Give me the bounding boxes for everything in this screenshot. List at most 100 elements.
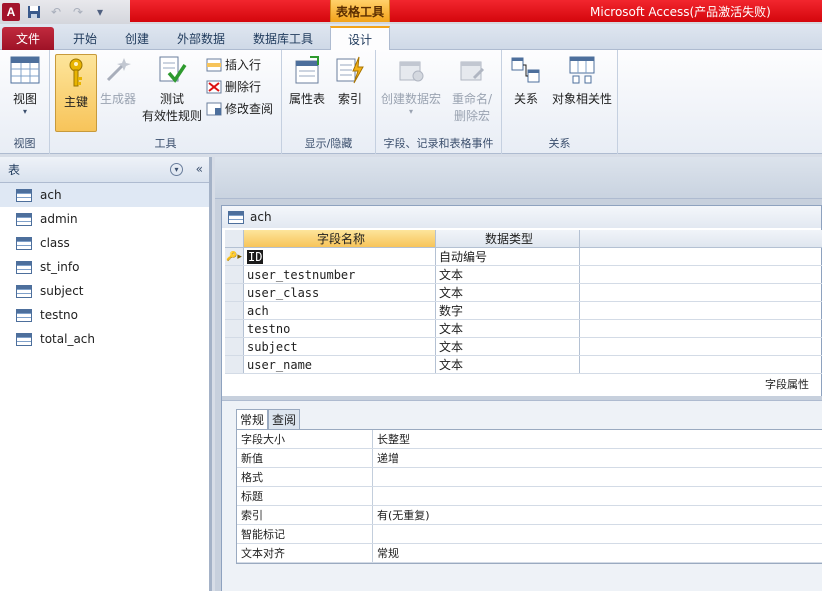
description-cell[interactable] xyxy=(580,284,822,301)
rename-delete-macro-button[interactable]: 重命名/ 删除宏 xyxy=(446,54,498,124)
data-type-cell[interactable]: 文本 xyxy=(436,266,580,283)
data-type-column-header[interactable]: 数据类型 xyxy=(436,230,580,247)
insert-rows-button[interactable]: 插入行 xyxy=(206,56,261,73)
undo-icon[interactable]: ↶ xyxy=(48,4,64,20)
field-name-cell[interactable]: user_class xyxy=(244,284,436,301)
tab-database-tools[interactable]: 数据库工具 xyxy=(242,27,324,50)
key-icon xyxy=(60,57,92,89)
table-row[interactable]: testno 文本 xyxy=(225,320,822,338)
table-icon xyxy=(16,332,32,346)
property-value[interactable]: 长整型 xyxy=(373,430,822,448)
row-selector[interactable] xyxy=(225,266,244,283)
modify-lookups-button[interactable]: 修改查阅 xyxy=(206,100,273,117)
tab-lookup[interactable]: 查阅 xyxy=(268,409,301,429)
data-type-cell[interactable]: 文本 xyxy=(436,356,580,373)
nav-item-subject[interactable]: subject xyxy=(0,279,209,303)
property-sheet-label: 属性表 xyxy=(288,92,325,106)
builder-button[interactable]: 生成器 xyxy=(98,54,138,107)
nav-menu-dropdown-icon[interactable]: ▾ xyxy=(170,163,183,176)
primary-key-row-indicator-icon[interactable]: 🔑▸ xyxy=(225,248,244,265)
description-cell[interactable] xyxy=(580,266,822,283)
nav-item-admin[interactable]: admin xyxy=(0,207,209,231)
row-selector[interactable] xyxy=(225,302,244,319)
property-row-field-size[interactable]: 字段大小 长整型 xyxy=(237,430,822,449)
property-row-smart-tags[interactable]: 智能标记 xyxy=(237,525,822,544)
tab-file[interactable]: 文件 xyxy=(2,27,54,50)
property-value[interactable]: 有(无重复) xyxy=(373,506,822,524)
table-row[interactable]: 🔑▸ ID 自动编号 xyxy=(225,248,822,266)
primary-key-button[interactable]: 主键 xyxy=(55,54,97,132)
property-row-format[interactable]: 格式 xyxy=(237,468,822,487)
description-cell[interactable] xyxy=(580,356,822,373)
property-row-text-align[interactable]: 文本对齐 常规 xyxy=(237,544,822,563)
create-data-macros-button[interactable]: 创建数据宏 ▾ xyxy=(378,54,444,116)
description-cell[interactable] xyxy=(580,320,822,337)
delete-rows-button[interactable]: 删除行 xyxy=(206,78,261,95)
field-name-column-header[interactable]: 字段名称 xyxy=(244,230,436,247)
row-selector[interactable] xyxy=(225,320,244,337)
ribbon: 视图 ▾ 视图 主键 生成器 测试 有效性规则 插入行 删除行 修改查阅 工具 … xyxy=(0,50,822,154)
title-bar: A ↶ ↷ ▾ 表格工具 Microsoft Access(产品激活失败) xyxy=(0,0,822,24)
relationships-button[interactable]: 关系 xyxy=(506,54,546,107)
data-type-cell[interactable]: 文本 xyxy=(436,338,580,355)
tab-create[interactable]: 创建 xyxy=(114,27,160,50)
field-name-cell[interactable]: ID xyxy=(244,248,436,265)
property-value[interactable] xyxy=(373,468,822,486)
property-value[interactable] xyxy=(373,525,822,543)
description-cell[interactable] xyxy=(580,338,822,355)
group-relationships-label: 关系 xyxy=(548,137,571,150)
nav-item-testno[interactable]: testno xyxy=(0,303,209,327)
nav-item-class[interactable]: class xyxy=(0,231,209,255)
property-row-new-values[interactable]: 新值 递增 xyxy=(237,449,822,468)
field-name-cell[interactable]: user_name xyxy=(244,356,436,373)
field-name-cell[interactable]: user_testnumber xyxy=(244,266,436,283)
property-value[interactable]: 递增 xyxy=(373,449,822,467)
data-type-cell[interactable]: 自动编号 xyxy=(436,248,580,265)
tab-general[interactable]: 常规 xyxy=(236,409,269,429)
redo-icon[interactable]: ↷ xyxy=(70,4,86,20)
field-name-cell[interactable]: testno xyxy=(244,320,436,337)
nav-item-total-ach[interactable]: total_ach xyxy=(0,327,209,351)
row-selector[interactable] xyxy=(225,338,244,355)
row-selector[interactable] xyxy=(225,284,244,301)
field-name-cell[interactable]: ach xyxy=(244,302,436,319)
test-validation-rules-button[interactable]: 测试 有效性规则 xyxy=(140,54,204,124)
data-type-cell[interactable]: 文本 xyxy=(436,320,580,337)
indexes-button[interactable]: 索引 xyxy=(332,54,368,107)
navigation-pane-header[interactable]: 表 ▾ « xyxy=(0,157,209,183)
table-row[interactable]: user_name 文本 xyxy=(225,356,822,374)
document-title-bar[interactable]: ach xyxy=(222,206,821,228)
property-value[interactable] xyxy=(373,487,822,505)
data-type-cell[interactable]: 数字 xyxy=(436,302,580,319)
group-tools: 主键 生成器 测试 有效性规则 插入行 删除行 修改查阅 工具 xyxy=(50,50,282,154)
property-row-caption[interactable]: 标题 xyxy=(237,487,822,506)
customize-qat-icon[interactable]: ▾ xyxy=(92,4,108,20)
tab-external-data[interactable]: 外部数据 xyxy=(166,27,236,50)
table-row[interactable]: ach 数字 xyxy=(225,302,822,320)
nav-item-label: testno xyxy=(40,308,78,322)
field-name-cell[interactable]: subject xyxy=(244,338,436,355)
view-button[interactable]: 视图 ▾ xyxy=(4,54,46,116)
data-type-cell[interactable]: 文本 xyxy=(436,284,580,301)
tab-home[interactable]: 开始 xyxy=(62,27,108,50)
description-cell[interactable] xyxy=(580,302,822,319)
nav-item-st-info[interactable]: st_info xyxy=(0,255,209,279)
nav-collapse-icon[interactable]: « xyxy=(196,162,203,176)
nav-item-ach[interactable]: ach xyxy=(0,183,209,207)
table-row[interactable]: user_class 文本 xyxy=(225,284,822,302)
tab-design[interactable]: 设计 xyxy=(330,26,390,50)
object-dependencies-button[interactable]: 对象相关性 xyxy=(550,54,614,107)
select-all-cell[interactable] xyxy=(225,230,244,247)
property-sheet-button[interactable]: 属性表 xyxy=(286,54,328,107)
field-properties-pane: 常规 查阅 字段大小 长整型 新值 递增 格式 标题 索引 有(无重复) 智能标… xyxy=(222,400,822,591)
property-row-indexed[interactable]: 索引 有(无重复) xyxy=(237,506,822,525)
table-row[interactable]: subject 文本 xyxy=(225,338,822,356)
access-app-icon[interactable]: A xyxy=(2,3,20,21)
group-events-label: 字段、记录和表格事件 xyxy=(383,137,494,150)
description-column-header[interactable] xyxy=(580,230,822,247)
save-icon[interactable] xyxy=(26,4,42,20)
description-cell[interactable] xyxy=(580,248,822,265)
table-row[interactable]: user_testnumber 文本 xyxy=(225,266,822,284)
row-selector[interactable] xyxy=(225,356,244,373)
property-value[interactable]: 常规 xyxy=(373,544,822,562)
